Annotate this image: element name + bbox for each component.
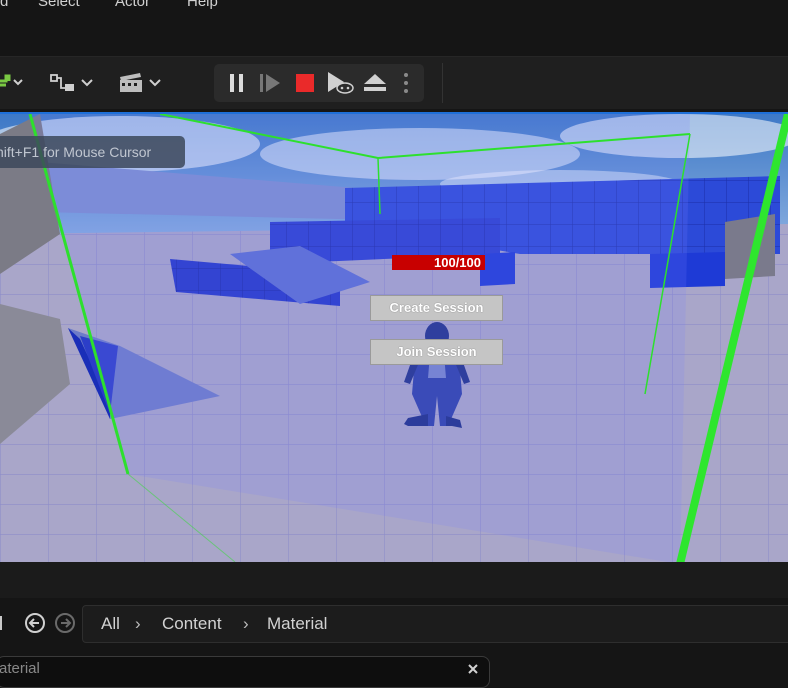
mouse-cursor-hint: hift+F1 for Mouse Cursor xyxy=(0,136,185,168)
stop-button[interactable] xyxy=(292,71,318,95)
toolbar-separator xyxy=(442,63,443,103)
frame-skip-button[interactable] xyxy=(258,71,284,95)
menu-item-select[interactable]: Select xyxy=(38,0,80,10)
search-input[interactable] xyxy=(0,659,441,678)
add-actor-icon xyxy=(0,74,23,87)
viewport-footer xyxy=(0,562,788,598)
breadcrumb-content[interactable]: Content xyxy=(162,606,222,642)
pause-icon xyxy=(230,74,243,92)
menu-item-help[interactable]: Help xyxy=(187,0,218,10)
menu-item-d[interactable]: d xyxy=(0,0,8,10)
frame-skip-icon xyxy=(260,74,280,92)
health-bar: 100/100 xyxy=(392,255,485,270)
pause-button[interactable] xyxy=(224,71,250,95)
add-actor-dropdown[interactable] xyxy=(0,69,30,97)
panel-edge xyxy=(0,616,2,630)
blueprint-dropdown[interactable] xyxy=(50,69,96,97)
cinematics-icon xyxy=(120,73,161,92)
cinematics-dropdown[interactable] xyxy=(118,69,164,97)
blueprint-icon xyxy=(50,74,93,91)
content-browser-path-bar: All › Content › Material xyxy=(0,598,788,648)
close-icon[interactable] xyxy=(467,663,479,675)
more-options-icon xyxy=(404,73,408,93)
level-viewport[interactable]: hift+F1 for Mouse Cursor 100/100 Create … xyxy=(0,112,788,564)
menu-bar: d Select Actor Help xyxy=(0,0,788,14)
chevron-right-icon: › xyxy=(135,614,141,633)
health-value: 100/100 xyxy=(434,255,481,270)
breadcrumb-all[interactable]: All xyxy=(101,606,120,642)
eject-icon xyxy=(364,74,386,91)
breadcrumb-material[interactable]: Material xyxy=(267,606,327,642)
menu-item-actor[interactable]: Actor xyxy=(115,0,150,10)
join-session-button[interactable]: Join Session xyxy=(370,339,503,365)
toolbar xyxy=(0,56,788,109)
stop-icon xyxy=(296,74,314,92)
eject-play-icon xyxy=(328,72,354,94)
eject-button[interactable] xyxy=(362,71,388,95)
search-field[interactable] xyxy=(0,656,490,688)
eject-play-button[interactable] xyxy=(325,71,355,95)
play-controls xyxy=(214,64,424,102)
back-arrow-icon[interactable] xyxy=(24,612,46,634)
forward-arrow-icon[interactable] xyxy=(54,612,76,634)
breadcrumb: All › Content › Material xyxy=(82,605,788,643)
chevron-right-icon: › xyxy=(243,614,249,633)
create-session-button[interactable]: Create Session xyxy=(370,295,503,321)
more-options-button[interactable] xyxy=(398,71,414,95)
